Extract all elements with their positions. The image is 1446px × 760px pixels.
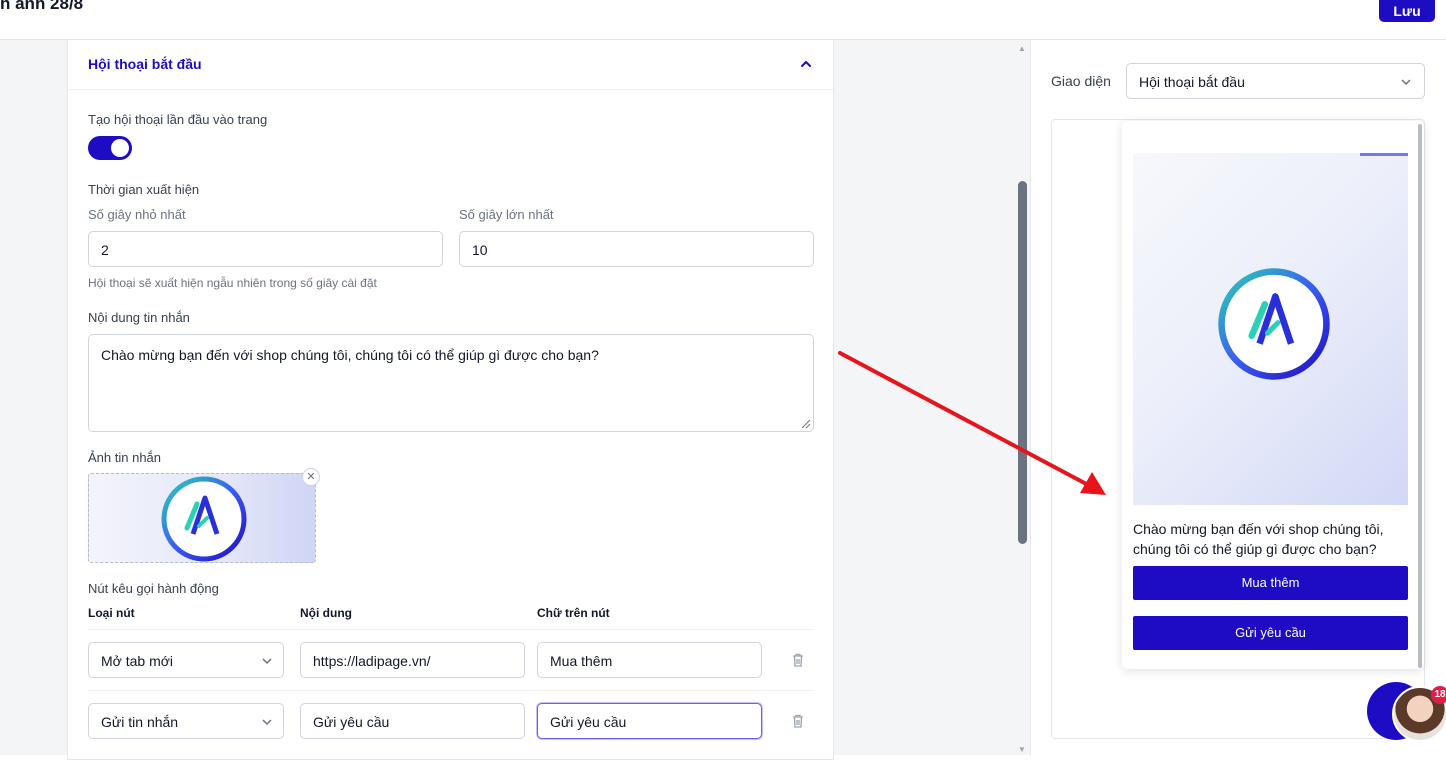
resize-grip-icon[interactable] <box>801 419 811 429</box>
popup-buy-more-button[interactable]: Mua thêm <box>1133 566 1408 600</box>
popup-scrollbar[interactable] <box>1418 124 1422 668</box>
button-content-input[interactable]: https://ladipage.vn/ <box>300 642 525 678</box>
button-type-select[interactable]: Mở tab mới <box>88 642 284 678</box>
button-type-value: Mở tab mới <box>101 653 174 669</box>
min-seconds-label: Số giây nhỏ nhất <box>88 207 186 222</box>
min-seconds-input[interactable]: 2 <box>88 231 443 267</box>
message-textarea[interactable]: Chào mừng bạn đến với shop chúng tôi, ch… <box>88 334 814 432</box>
chat-popup-preview: Chào mừng bạn đến với shop chúng tôi, ch… <box>1122 121 1424 669</box>
unread-badge: 18 <box>1431 686 1446 704</box>
popup-message: Chào mừng bạn đến với shop chúng tôi, ch… <box>1133 521 1384 557</box>
image-label: Ảnh tin nhắn <box>88 450 162 465</box>
save-button[interactable]: Lưu <box>1379 0 1435 22</box>
popup-send-request-button[interactable]: Gửi yêu cầu <box>1133 616 1408 650</box>
cta-label: Nút kêu gọi hành động <box>88 581 219 596</box>
button-text-input[interactable]: Mua thêm <box>537 642 762 678</box>
scroll-down-icon[interactable]: ▼ <box>1018 745 1026 754</box>
button-type-value: Gửi tin nhắn <box>101 714 179 730</box>
row-divider <box>88 629 814 630</box>
ladipage-logo-icon <box>1218 268 1330 380</box>
ladipage-logo-icon <box>161 476 247 562</box>
chevron-down-icon <box>262 719 272 726</box>
preview-interface-select[interactable]: Hội thoại bắt đầu <box>1126 63 1425 99</box>
preview-label: Giao diện <box>1051 73 1111 89</box>
button-text-input[interactable]: Gửi yêu cầu <box>537 703 762 739</box>
card-header[interactable]: Hội thoại bắt đầu <box>68 40 833 90</box>
message-image-thumbnail[interactable] <box>88 473 316 563</box>
col-button-text: Chữ trên nút <box>537 606 610 620</box>
auto-open-toggle[interactable] <box>88 136 132 160</box>
card-title: Hội thoại bắt đầu <box>88 56 202 72</box>
chevron-down-icon <box>262 658 272 665</box>
image-accent-bar <box>1360 153 1408 156</box>
chevron-down-icon <box>1401 79 1411 86</box>
remove-image-icon[interactable]: ✕ <box>302 468 320 486</box>
toggle-knob <box>111 139 129 157</box>
start-conversation-card: Hội thoại bắt đầu Tạo hội thoại lần đầu … <box>67 40 834 760</box>
trash-icon[interactable] <box>790 652 806 668</box>
preview-select-value: Hội thoại bắt đầu <box>1139 74 1245 90</box>
auto-open-label: Tạo hội thoại lần đầu vào trang <box>88 112 268 127</box>
timing-label: Thời gian xuất hiện <box>88 182 200 197</box>
col-content: Nội dung <box>300 606 352 620</box>
scroll-up-icon[interactable]: ▲ <box>1018 44 1026 53</box>
message-label: Nội dung tin nhắn <box>88 310 190 325</box>
page-title: h ảnh 28/8 <box>0 0 84 13</box>
max-seconds-input[interactable]: 10 <box>459 231 814 267</box>
annotation-arrow-icon <box>838 351 1106 495</box>
row-divider <box>88 690 814 691</box>
timing-hint: Hội thoại sẽ xuất hiện ngẫu nhiên trong … <box>88 276 377 290</box>
top-bar: h ảnh 28/8 Lưu <box>0 0 1446 40</box>
button-content-input[interactable]: Gửi yêu cầu <box>300 703 525 739</box>
chevron-up-icon[interactable] <box>796 54 816 74</box>
col-button-type: Loại nút <box>88 606 135 620</box>
popup-image <box>1133 153 1408 505</box>
trash-icon[interactable] <box>790 713 806 729</box>
message-text: Chào mừng bạn đến với shop chúng tôi, ch… <box>101 347 599 363</box>
button-type-select[interactable]: Gửi tin nhắn <box>88 703 284 739</box>
max-seconds-label: Số giây lớn nhất <box>459 207 554 222</box>
